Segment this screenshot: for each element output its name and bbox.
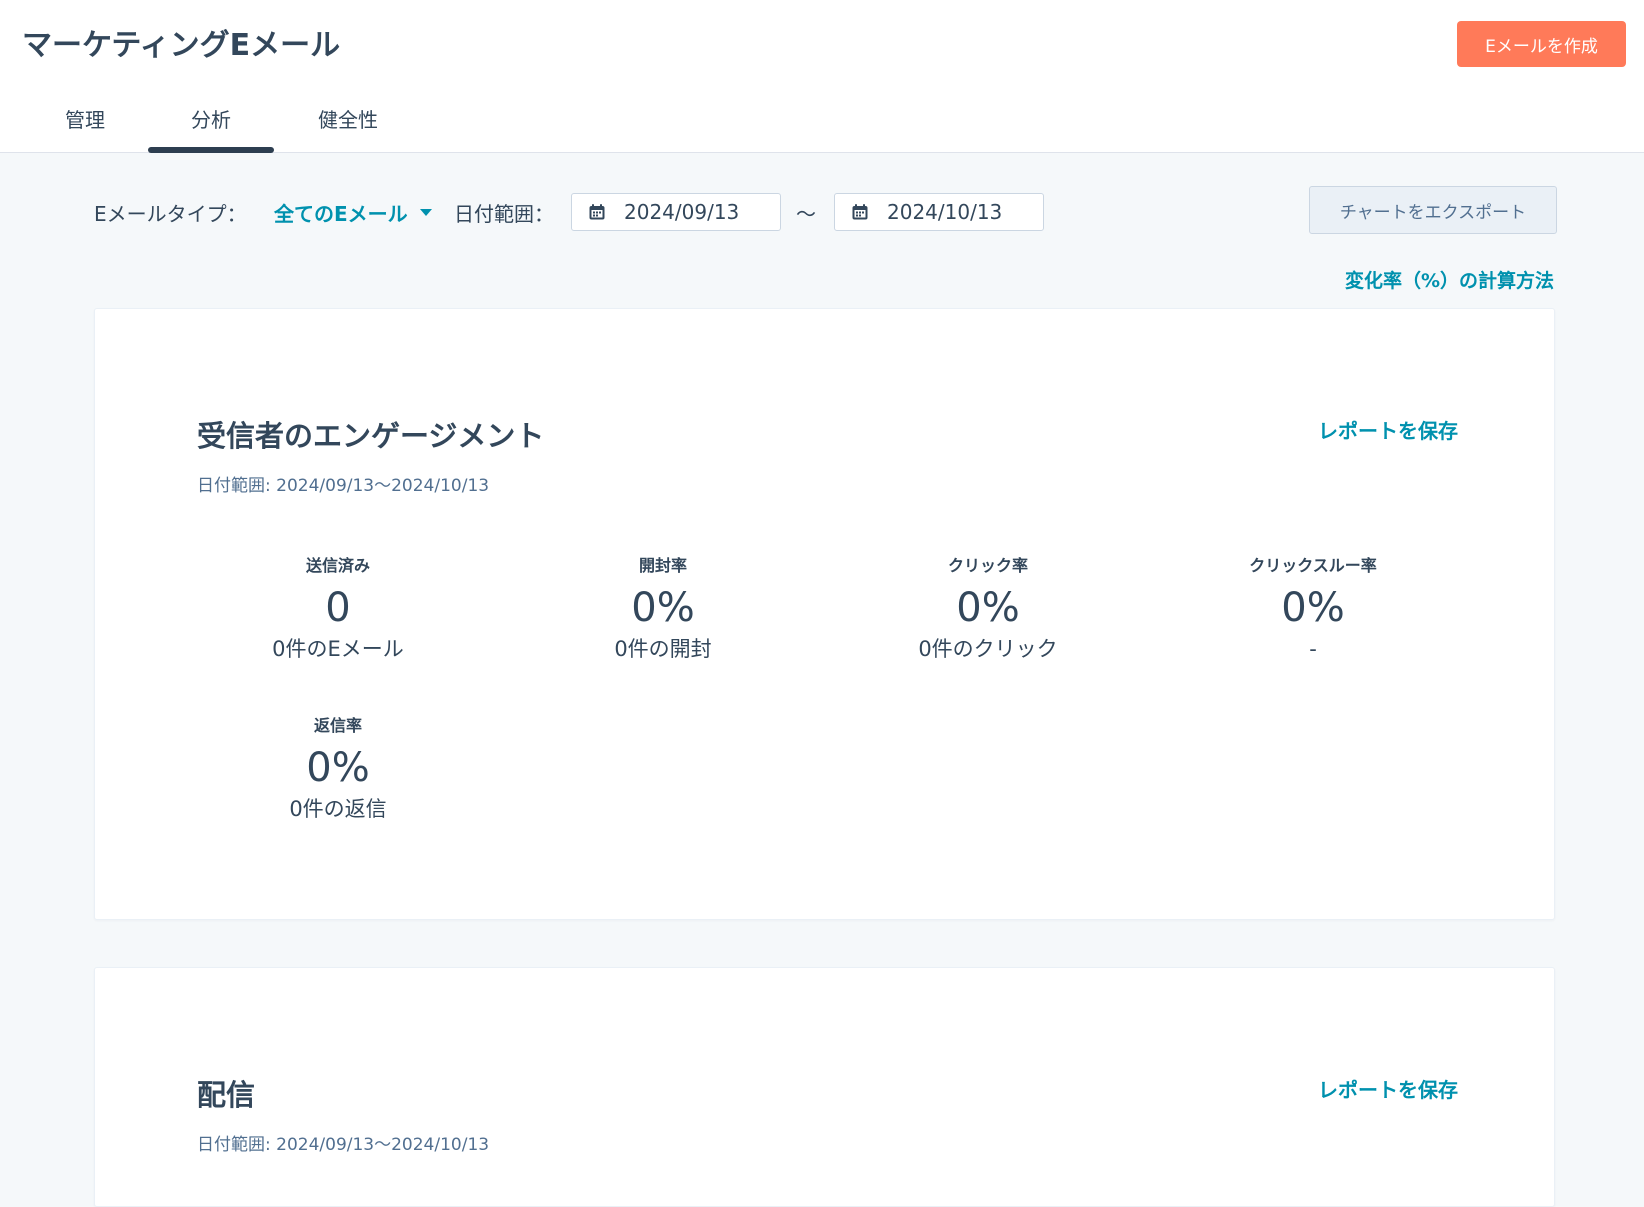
calendar-icon xyxy=(589,204,605,220)
metric-sub: 0件のEメール xyxy=(272,637,404,661)
save-report-link[interactable]: レポートを保存 xyxy=(1318,1074,1458,1103)
metric-sub: - xyxy=(1309,637,1317,661)
delivery-card: 配信 レポートを保存 日付範囲: 2024/09/13〜2024/10/13 xyxy=(94,967,1555,1207)
start-date-input[interactable]: 2024/09/13 xyxy=(571,193,781,231)
metric-click-through-rate: クリックスルー率 0% - xyxy=(1193,554,1433,664)
email-type-dropdown[interactable]: 全てのEメール xyxy=(274,198,432,227)
email-type-value: 全てのEメール xyxy=(274,202,408,226)
create-email-button[interactable]: Eメールを作成 xyxy=(1457,21,1626,67)
start-date-value: 2024/09/13 xyxy=(624,200,740,224)
email-type-label: Eメールタイプ： xyxy=(94,202,247,226)
metric-label: クリックスルー率 xyxy=(1249,556,1377,575)
tab-manage[interactable]: 管理 xyxy=(40,88,130,152)
save-report-link[interactable]: レポートを保存 xyxy=(1318,415,1458,444)
metric-label: 開封率 xyxy=(638,556,687,575)
metric-value: 0% xyxy=(1281,585,1345,631)
recipient-engagement-card: 受信者のエンゲージメント レポートを保存 日付範囲: 2024/09/13〜20… xyxy=(94,308,1555,920)
card-title: 受信者のエンゲージメント xyxy=(197,419,545,453)
metric-label: 送信済み xyxy=(305,556,370,575)
card-date-range: 日付範囲: 2024/09/13〜2024/10/13 xyxy=(197,476,490,496)
card-title: 配信 xyxy=(197,1078,256,1112)
export-chart-button[interactable]: チャートをエクスポート xyxy=(1309,186,1557,234)
metric-value: 0% xyxy=(631,585,695,631)
page-header: マーケティングEメール Eメールを作成 管理 分析 健全性 xyxy=(0,0,1644,153)
change-rate-calculation-link[interactable]: 変化率（%）の計算方法 xyxy=(1345,266,1554,293)
metric-value: 0% xyxy=(306,745,370,791)
metric-open-rate: 開封率 0% 0件の開封 xyxy=(543,554,783,664)
metric-sub: 0件のクリック xyxy=(918,637,1058,661)
tab-health[interactable]: 健全性 xyxy=(296,88,400,152)
metric-sent: 送信済み 0 0件のEメール xyxy=(218,554,458,664)
date-range-label: 日付範囲： xyxy=(454,202,554,226)
end-date-input[interactable]: 2024/10/13 xyxy=(834,193,1044,231)
metric-sub: 0件の開封 xyxy=(614,637,712,661)
page-title: マーケティングEメール xyxy=(22,28,341,63)
date-range-separator: 〜 xyxy=(796,202,816,226)
metric-value: 0% xyxy=(956,585,1020,631)
metric-click-rate: クリック率 0% 0件のクリック xyxy=(868,554,1108,664)
end-date-value: 2024/10/13 xyxy=(887,200,1003,224)
calendar-icon xyxy=(852,204,868,220)
card-date-range: 日付範囲: 2024/09/13〜2024/10/13 xyxy=(197,1135,490,1155)
metric-label: クリック率 xyxy=(947,556,1028,575)
filter-bar: Eメールタイプ： 全てのEメール 日付範囲： 2024/09/13 〜 2024… xyxy=(0,186,1644,238)
metric-reply-rate: 返信率 0% 0件の返信 xyxy=(218,714,458,824)
active-tab-indicator xyxy=(148,147,274,153)
metric-label: 返信率 xyxy=(313,716,362,735)
chevron-down-icon xyxy=(419,209,432,216)
metric-value: 0 xyxy=(325,585,351,631)
tab-analytics[interactable]: 分析 xyxy=(148,88,274,152)
metric-sub: 0件の返信 xyxy=(289,797,387,821)
